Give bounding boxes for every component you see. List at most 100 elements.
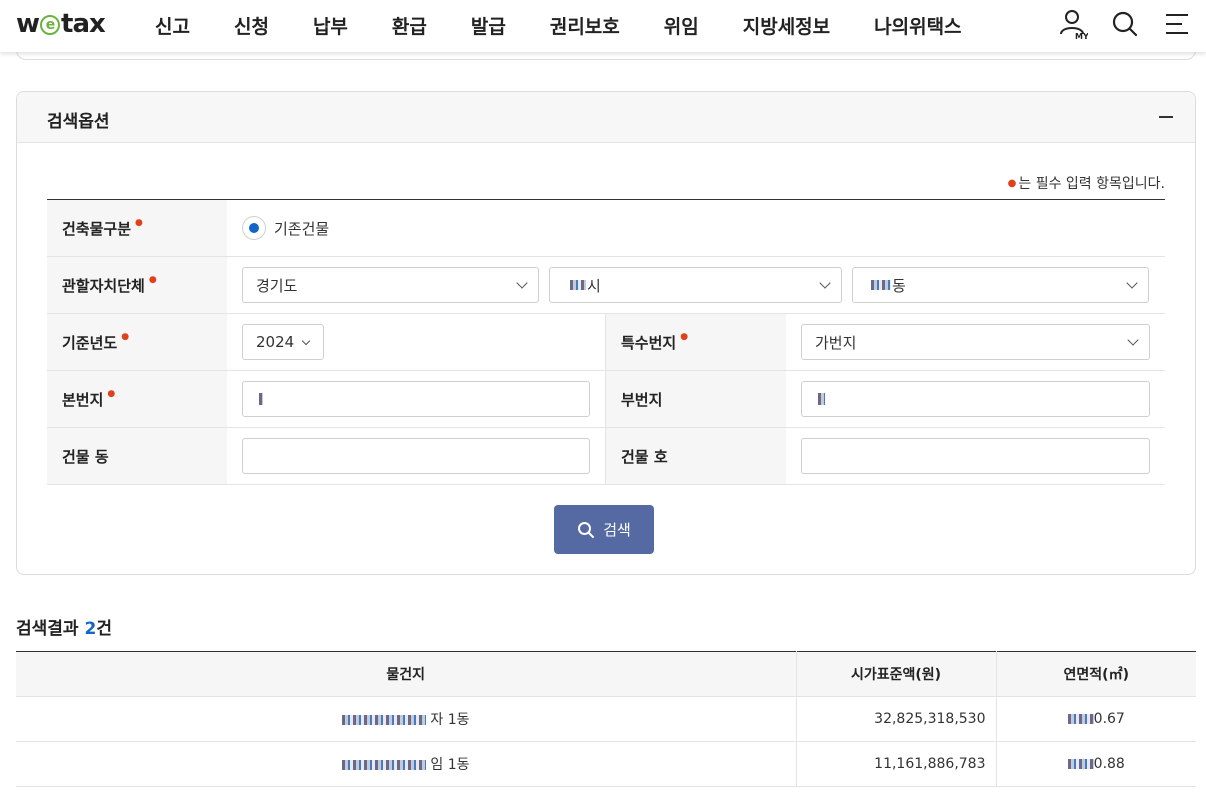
label-text: 건물 동 xyxy=(62,447,109,466)
nav-item-report[interactable]: 신고 xyxy=(155,12,190,39)
radio-checked-icon[interactable] xyxy=(242,216,266,240)
cell-area: 0.67 xyxy=(995,696,1196,742)
menu-icon[interactable] xyxy=(1162,8,1192,40)
nav-item-apply[interactable]: 신청 xyxy=(234,12,269,39)
cell-building-dong xyxy=(227,428,606,484)
panel-title: 검색옵션 xyxy=(47,112,110,132)
logo-text-tax: tax xyxy=(61,9,106,39)
label-text: 본번지 xyxy=(62,390,104,409)
search-icon[interactable] xyxy=(1110,8,1140,40)
panel-header: 검색옵션 xyxy=(17,92,1195,143)
result-count-unit: 건 xyxy=(96,619,112,639)
search-options-panel: 검색옵션 ● 는 필수 입력 항목입니다. 건축물구분 ● 기존건물 관할자치단체 ● xyxy=(16,91,1196,575)
nav-item-refund[interactable]: 환급 xyxy=(392,12,427,39)
chevron-down-icon xyxy=(516,277,528,289)
table-row[interactable]: 임 1동 11,161,886,783 0.88 xyxy=(16,741,1196,787)
cell-building-type: 기존건물 xyxy=(227,200,1165,256)
required-note-text: 는 필수 입력 항목입니다. xyxy=(1018,176,1165,192)
table-row[interactable]: 자 1동 32,825,318,530 0.67 xyxy=(16,696,1196,742)
redacted-text xyxy=(341,760,426,770)
result-table: 물건지 시가표준액(원) 연면적(㎡) 자 1동 32,825,318,530 … xyxy=(16,651,1196,787)
label-text: 특수번지 xyxy=(621,333,677,352)
user-my-icon[interactable]: MY xyxy=(1058,8,1089,41)
radio-label: 기존건물 xyxy=(274,219,330,238)
label-text: 부번지 xyxy=(621,390,663,409)
chevron-down-icon xyxy=(1127,334,1139,346)
area-text: 0.88 xyxy=(1093,756,1125,772)
col-header-price: 시가표준액(원) xyxy=(795,651,996,697)
chevron-down-icon xyxy=(301,336,311,346)
required-note: ● 는 필수 입력 항목입니다. xyxy=(1008,173,1165,193)
svg-text:MY: MY xyxy=(1075,32,1088,40)
nav-item-delegation[interactable]: 위임 xyxy=(664,12,699,39)
required-dot-icon: ● xyxy=(1007,178,1017,189)
row-building-type: 건축물구분 ● 기존건물 xyxy=(47,200,1165,257)
label-text: 기준년도 xyxy=(62,333,118,352)
col-header-area: 연면적(㎡) xyxy=(995,651,1196,697)
building-dong-input[interactable] xyxy=(242,438,590,474)
search-icon xyxy=(578,521,595,538)
required-dot-icon: ● xyxy=(135,218,143,228)
header-utilities: MY xyxy=(1058,8,1192,41)
nav-item-pay[interactable]: 납부 xyxy=(313,12,348,39)
search-form: 건축물구분 ● 기존건물 관할자치단체 ● 경기도 시 동 기준년도 ● 202… xyxy=(47,199,1165,485)
cell-price: 32,825,318,530 xyxy=(795,696,996,742)
redacted-text xyxy=(259,393,263,405)
row-lot-numbers: 본번지 ● 부번지 xyxy=(47,371,1165,428)
label-base-year: 기준년도 ● xyxy=(47,314,227,370)
address-text: 임 1동 xyxy=(430,757,470,773)
search-button-label: 검색 xyxy=(603,521,631,539)
search-button[interactable]: 검색 xyxy=(554,505,654,554)
cell-base-year: 2024 xyxy=(227,314,606,370)
main-lot-input[interactable] xyxy=(242,381,590,417)
dong-value: 동 xyxy=(892,276,906,295)
chevron-down-icon xyxy=(1126,277,1138,289)
result-title: 검색결과 2건 xyxy=(16,614,112,639)
nav-item-localtax-info[interactable]: 지방세정보 xyxy=(743,12,830,39)
required-dot-icon: ● xyxy=(680,332,689,342)
city-select[interactable]: 시 xyxy=(549,267,842,303)
building-ho-input[interactable] xyxy=(801,438,1150,474)
redacted-text xyxy=(341,715,426,725)
cell-price: 11,161,886,783 xyxy=(795,741,996,787)
province-select[interactable]: 경기도 xyxy=(242,267,539,303)
base-year-select[interactable]: 2024 xyxy=(242,324,324,360)
label-main-lot: 본번지 ● xyxy=(47,371,227,427)
label-building-ho: 건물 호 xyxy=(606,428,786,484)
required-dot-icon: ● xyxy=(148,275,157,285)
sub-lot-input[interactable] xyxy=(801,381,1150,417)
global-header: w e tax 신고 신청 납부 환급 발급 권리보호 위임 지방세정보 나의위… xyxy=(0,0,1206,52)
cell-special-lot: 가번지 xyxy=(786,314,1165,370)
label-sub-lot: 부번지 xyxy=(606,371,786,427)
nav-item-my-wetax[interactable]: 나의위택스 xyxy=(874,12,961,39)
dong-select[interactable]: 동 xyxy=(852,267,1149,303)
redacted-text xyxy=(570,280,586,290)
special-lot-value: 가번지 xyxy=(815,333,857,352)
collapse-icon[interactable] xyxy=(1157,106,1177,126)
logo-e-mark: e xyxy=(40,15,61,35)
wetax-logo[interactable]: w e tax xyxy=(16,9,106,39)
label-building-type: 건축물구분 ● xyxy=(47,200,227,256)
cell-jurisdiction: 경기도 시 동 xyxy=(227,257,1165,313)
special-lot-select[interactable]: 가번지 xyxy=(801,324,1150,360)
nav-item-issue[interactable]: 발급 xyxy=(471,12,506,39)
nav-item-rights[interactable]: 권리보호 xyxy=(550,12,620,39)
row-jurisdiction: 관할자치단체 ● 경기도 시 동 xyxy=(47,257,1165,314)
cell-sub-lot xyxy=(786,371,1165,427)
required-dot-icon: ● xyxy=(121,332,130,342)
cell-address[interactable]: 임 1동 xyxy=(16,741,796,787)
redacted-text xyxy=(1067,759,1094,769)
cell-address[interactable]: 자 1동 xyxy=(16,696,796,742)
redacted-text xyxy=(1067,714,1094,724)
main-nav: 신고 신청 납부 환급 발급 권리보호 위임 지방세정보 나의위택스 xyxy=(155,12,1006,39)
label-text: 건축물구분 xyxy=(62,219,132,238)
label-text: 관할자치단체 xyxy=(62,276,145,295)
cell-area: 0.88 xyxy=(995,741,1196,787)
label-jurisdiction: 관할자치단체 ● xyxy=(47,257,227,313)
cell-main-lot xyxy=(227,371,606,427)
radio-existing-building[interactable]: 기존건물 xyxy=(242,216,329,240)
province-value: 경기도 xyxy=(256,276,298,295)
label-building-dong: 건물 동 xyxy=(47,428,227,484)
address-text: 자 1동 xyxy=(430,712,470,728)
base-year-value: 2024 xyxy=(256,333,295,351)
